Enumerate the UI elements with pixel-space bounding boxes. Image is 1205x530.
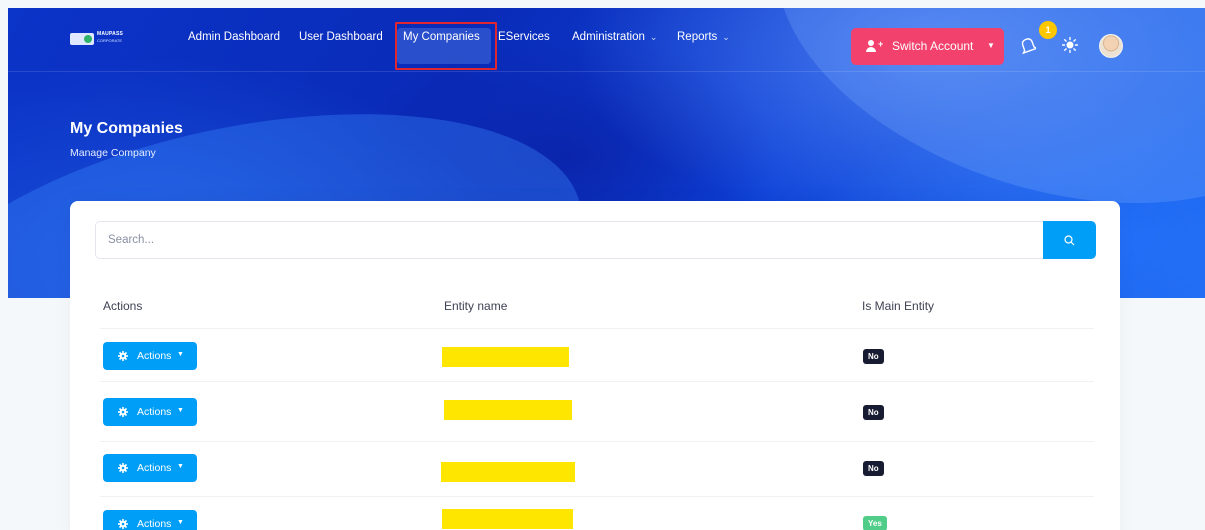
- row-actions-button[interactable]: Actions ▼: [103, 398, 197, 426]
- nav-item-label: User Dashboard: [299, 31, 383, 43]
- redacted-entity-name: [442, 347, 569, 367]
- redacted-entity-name: [444, 400, 572, 420]
- nav-eservices[interactable]: EServices: [498, 31, 550, 43]
- column-header-is-main-entity: Is Main Entity: [862, 299, 935, 313]
- gear-icon: [118, 463, 128, 473]
- notification-badge: 1: [1039, 21, 1057, 39]
- column-header-entity-name: Entity name: [444, 299, 508, 313]
- caret-down-icon: ▼: [177, 407, 184, 414]
- nav-reports[interactable]: Reports ⌄: [677, 31, 730, 43]
- user-avatar[interactable]: [1099, 34, 1123, 58]
- user-plus-icon: [866, 40, 878, 52]
- gear-icon: [118, 519, 128, 529]
- sun-icon[interactable]: [1062, 37, 1078, 53]
- search-input[interactable]: [95, 221, 1044, 259]
- search-bar: [95, 221, 1096, 259]
- nav-admin-dashboard[interactable]: Admin Dashboard: [188, 31, 280, 43]
- companies-card: Actions Entity name Is Main Entity Actio…: [70, 201, 1120, 530]
- caret-down-icon: ▼: [177, 463, 184, 470]
- redacted-entity-name: [442, 509, 573, 529]
- main-entity-badge: Yes: [863, 516, 887, 530]
- nav-user-dashboard[interactable]: User Dashboard: [299, 31, 383, 43]
- row-actions-button[interactable]: Actions ▼: [103, 342, 197, 370]
- nav-administration[interactable]: Administration ⌄: [572, 31, 657, 43]
- switch-account-label: Switch Account: [892, 39, 974, 53]
- brand-logo[interactable]: MAUPASS CORPORATE: [70, 30, 130, 48]
- table-divider: [100, 328, 1094, 329]
- main-entity-badge: No: [863, 349, 884, 364]
- page-subtitle: Manage Company: [70, 147, 156, 159]
- switch-account-button[interactable]: + Switch Account ▼: [851, 28, 1004, 65]
- logo-mark-icon: [70, 33, 94, 45]
- nav-item-label: Administration: [572, 31, 645, 43]
- annotation-highlight-box: [395, 22, 497, 70]
- nav-item-label: Admin Dashboard: [188, 31, 281, 43]
- caret-down-icon: ▼: [177, 351, 184, 358]
- table-divider: [100, 381, 1094, 382]
- search-button[interactable]: [1043, 221, 1096, 259]
- nav-item-label: EServices: [498, 31, 550, 43]
- row-actions-button[interactable]: Actions ▼: [103, 454, 197, 482]
- actions-label: Actions: [137, 462, 172, 474]
- caret-down-icon: ▼: [987, 41, 995, 50]
- plus-icon: +: [878, 39, 884, 49]
- search-icon: [1064, 235, 1075, 246]
- bell-icon[interactable]: [1020, 36, 1036, 54]
- top-navbar: MAUPASS CORPORATE Admin Dashboard User D…: [8, 8, 1205, 70]
- main-entity-badge: No: [863, 461, 884, 476]
- table-divider: [100, 496, 1094, 497]
- actions-label: Actions: [137, 518, 172, 530]
- caret-down-icon: ▼: [177, 519, 184, 526]
- brand-name: MAUPASS: [97, 31, 124, 37]
- chevron-down-icon: ⌄: [649, 32, 658, 42]
- brand-tagline: CORPORATE: [97, 38, 123, 43]
- actions-label: Actions: [137, 406, 172, 418]
- row-actions-button[interactable]: Actions ▼: [103, 510, 197, 530]
- chevron-down-icon: ⌄: [722, 32, 730, 42]
- nav-item-label: Reports: [677, 31, 718, 43]
- column-header-actions: Actions: [103, 299, 143, 313]
- actions-label: Actions: [137, 350, 172, 362]
- gear-icon: [118, 351, 128, 361]
- gear-icon: [118, 407, 128, 417]
- redacted-entity-name: [441, 462, 575, 482]
- main-entity-badge: No: [863, 405, 884, 420]
- page-title: My Companies: [70, 120, 183, 137]
- table-divider: [100, 441, 1094, 442]
- navbar-divider: [8, 71, 1205, 72]
